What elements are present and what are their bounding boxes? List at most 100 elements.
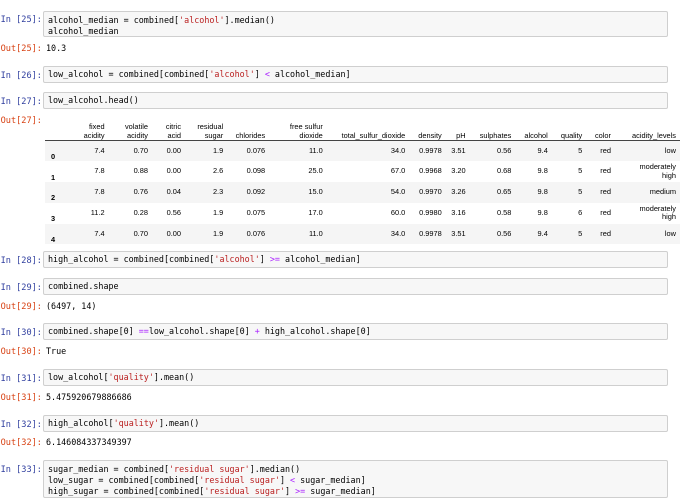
input-prompt-30: In [30]: [0, 328, 42, 338]
table-cell: 0.56 [166, 208, 182, 218]
table-cell: 54.0 [390, 187, 406, 197]
operator: == [138, 326, 149, 336]
code-text: high_alcohol = combined[combined[ [48, 254, 215, 264]
table-cell: 1.9 [212, 228, 224, 238]
table-cell: 2.6 [212, 166, 224, 176]
code-text: sugar_median] [295, 475, 366, 485]
output-prompt-27: Out[27]: [0, 116, 42, 126]
code-text: sugar_median = combined[ [48, 464, 170, 474]
table-cell: moderately high [639, 203, 676, 222]
table-cell: 0.00 [166, 166, 182, 176]
column-header: free sulfur dioxide [269, 116, 327, 141]
code-text: ] [285, 486, 296, 496]
code-cell-25[interactable]: alcohol_median = combined['alcohol'].med… [43, 11, 668, 37]
code-text: combined.shape [48, 281, 119, 291]
table-cell: 3.51 [451, 145, 466, 155]
table-row: 2 7.8 0.76 0.04 2.3 0.092 15.0 54.0 0.9970 3.26 0.… [45, 182, 680, 203]
column-header: acidity_levels [614, 116, 680, 141]
code-text: ].mean() [153, 372, 195, 382]
table-cell: 5 [578, 145, 583, 155]
code-cell-30[interactable]: combined.shape[0] ==low_alcohol.shape[0]… [43, 323, 668, 340]
input-prompt-26: In [26]: [0, 71, 42, 81]
code-cell-26[interactable]: low_alcohol = combined[combined['alcohol… [43, 66, 668, 83]
table-cell: 9.4 [537, 145, 548, 155]
row-index: 3 [51, 214, 56, 224]
table-cell: low [664, 145, 676, 155]
table-cell: 2.3 [212, 187, 224, 197]
table-cell: 0.70 [133, 228, 148, 238]
table-cell: 0.9980 [419, 208, 442, 218]
code-text: sugar_median] [305, 486, 376, 496]
table-cell: 7.4 [94, 228, 105, 238]
table-header: fixed acidity volatile acidity citric acid res… [45, 116, 680, 141]
code-text: ].mean() [158, 418, 200, 428]
column-header: quality [551, 116, 587, 141]
table-cell: 0.56 [496, 145, 512, 155]
table-cell: 1.9 [212, 208, 224, 218]
code-text: ] [254, 69, 265, 79]
code-cell-32[interactable]: high_alcohol['quality'].mean() [43, 415, 668, 432]
code-cell-31[interactable]: low_alcohol['quality'].mean() [43, 369, 668, 386]
code-text: alcohol_median [48, 26, 119, 36]
string-literal: 'residual sugar' [199, 475, 280, 485]
code-text: low_alcohol = combined[combined[ [48, 69, 210, 79]
input-prompt-29: In [29]: [0, 283, 42, 293]
table-cell: 7.4 [94, 145, 105, 155]
table-cell: 0.56 [496, 228, 512, 238]
table-cell: 0.092 [246, 187, 266, 197]
column-header: citric acid [151, 116, 186, 141]
table-cell: 25.0 [308, 166, 323, 176]
output-30: True [46, 346, 67, 356]
code-text: low_alcohol.shape[0] [148, 326, 255, 336]
code-text: low_alcohol.head() [48, 95, 139, 105]
table-cell: 5 [578, 187, 583, 197]
table-cell: 7.8 [94, 166, 105, 176]
table-cell: 9.8 [537, 208, 548, 218]
table-cell: 11.0 [308, 145, 323, 155]
input-prompt-33: In [33]: [0, 465, 42, 475]
table-cell: 0.076 [246, 228, 266, 238]
table-cell: red [600, 208, 611, 218]
input-prompt-28: In [28]: [0, 256, 42, 266]
column-header: pH [445, 116, 470, 141]
table-cell: 17.0 [308, 208, 323, 218]
table-row: 1 7.8 0.88 0.00 2.6 0.098 25.0 67.0 0.9968 3.20 0.… [45, 161, 680, 182]
table-cell: red [600, 145, 611, 155]
table-cell: 0.9978 [419, 228, 442, 238]
table-row: 3 11.2 0.28 0.56 1.9 0.075 17.0 60.0 0.9980 3.16 0… [45, 203, 680, 224]
code-cell-33[interactable]: sugar_median = combined[ 'residual sugar'… [43, 460, 668, 498]
table-cell: 0.075 [246, 208, 266, 218]
string-literal: 'residual sugar' [204, 486, 285, 496]
operator: >= [295, 486, 306, 496]
code-text: low_alcohol[ [48, 372, 109, 382]
table-cell: 11.0 [308, 228, 323, 238]
table-cell: 9.8 [537, 187, 548, 197]
table-cell: 34.0 [390, 145, 406, 155]
code-cell-29[interactable]: combined.shape [43, 278, 668, 295]
column-header: density [409, 116, 446, 141]
table-cell: 0.04 [166, 187, 182, 197]
table-cell: 0.9968 [419, 166, 442, 176]
operator: >= [269, 254, 280, 264]
output-prompt-30: Out[30]: [0, 347, 42, 357]
table-row: 4 7.4 0.70 0.00 1.9 0.076 11.0 34.0 0.9978 3.51 0.… [45, 223, 680, 245]
table-cell: 0.88 [133, 166, 148, 176]
output-31: 5.475920679886686 [46, 392, 132, 402]
string-literal: 'quality' [108, 372, 154, 382]
output-prompt-25: Out[25]: [0, 44, 42, 54]
code-cell-28[interactable]: high_alcohol = combined[combined['alcoho… [43, 251, 668, 268]
table-cell: 7.8 [94, 187, 105, 197]
code-cell-27[interactable]: low_alcohol.head() [43, 92, 668, 109]
table-cell: 3.20 [451, 166, 466, 176]
input-prompt-25: In [25]: [0, 15, 42, 25]
table-body: 0 7.4 0.70 0.00 1.9 0.076 11.0 34.0 0.9978 3.51 0.… [45, 140, 680, 245]
table-cell: red [600, 187, 611, 197]
table-row: 0 7.4 0.70 0.00 1.9 0.076 11.0 34.0 0.9978 3.51 0.… [45, 140, 680, 162]
column-header: fixed acidity [69, 116, 109, 141]
row-index: 4 [51, 234, 56, 244]
table-cell: 0.076 [246, 145, 266, 155]
table-cell: 5 [578, 228, 583, 238]
table-cell: 9.4 [537, 228, 548, 238]
table-cell: 0.68 [496, 166, 512, 176]
table-cell: 60.0 [390, 208, 406, 218]
